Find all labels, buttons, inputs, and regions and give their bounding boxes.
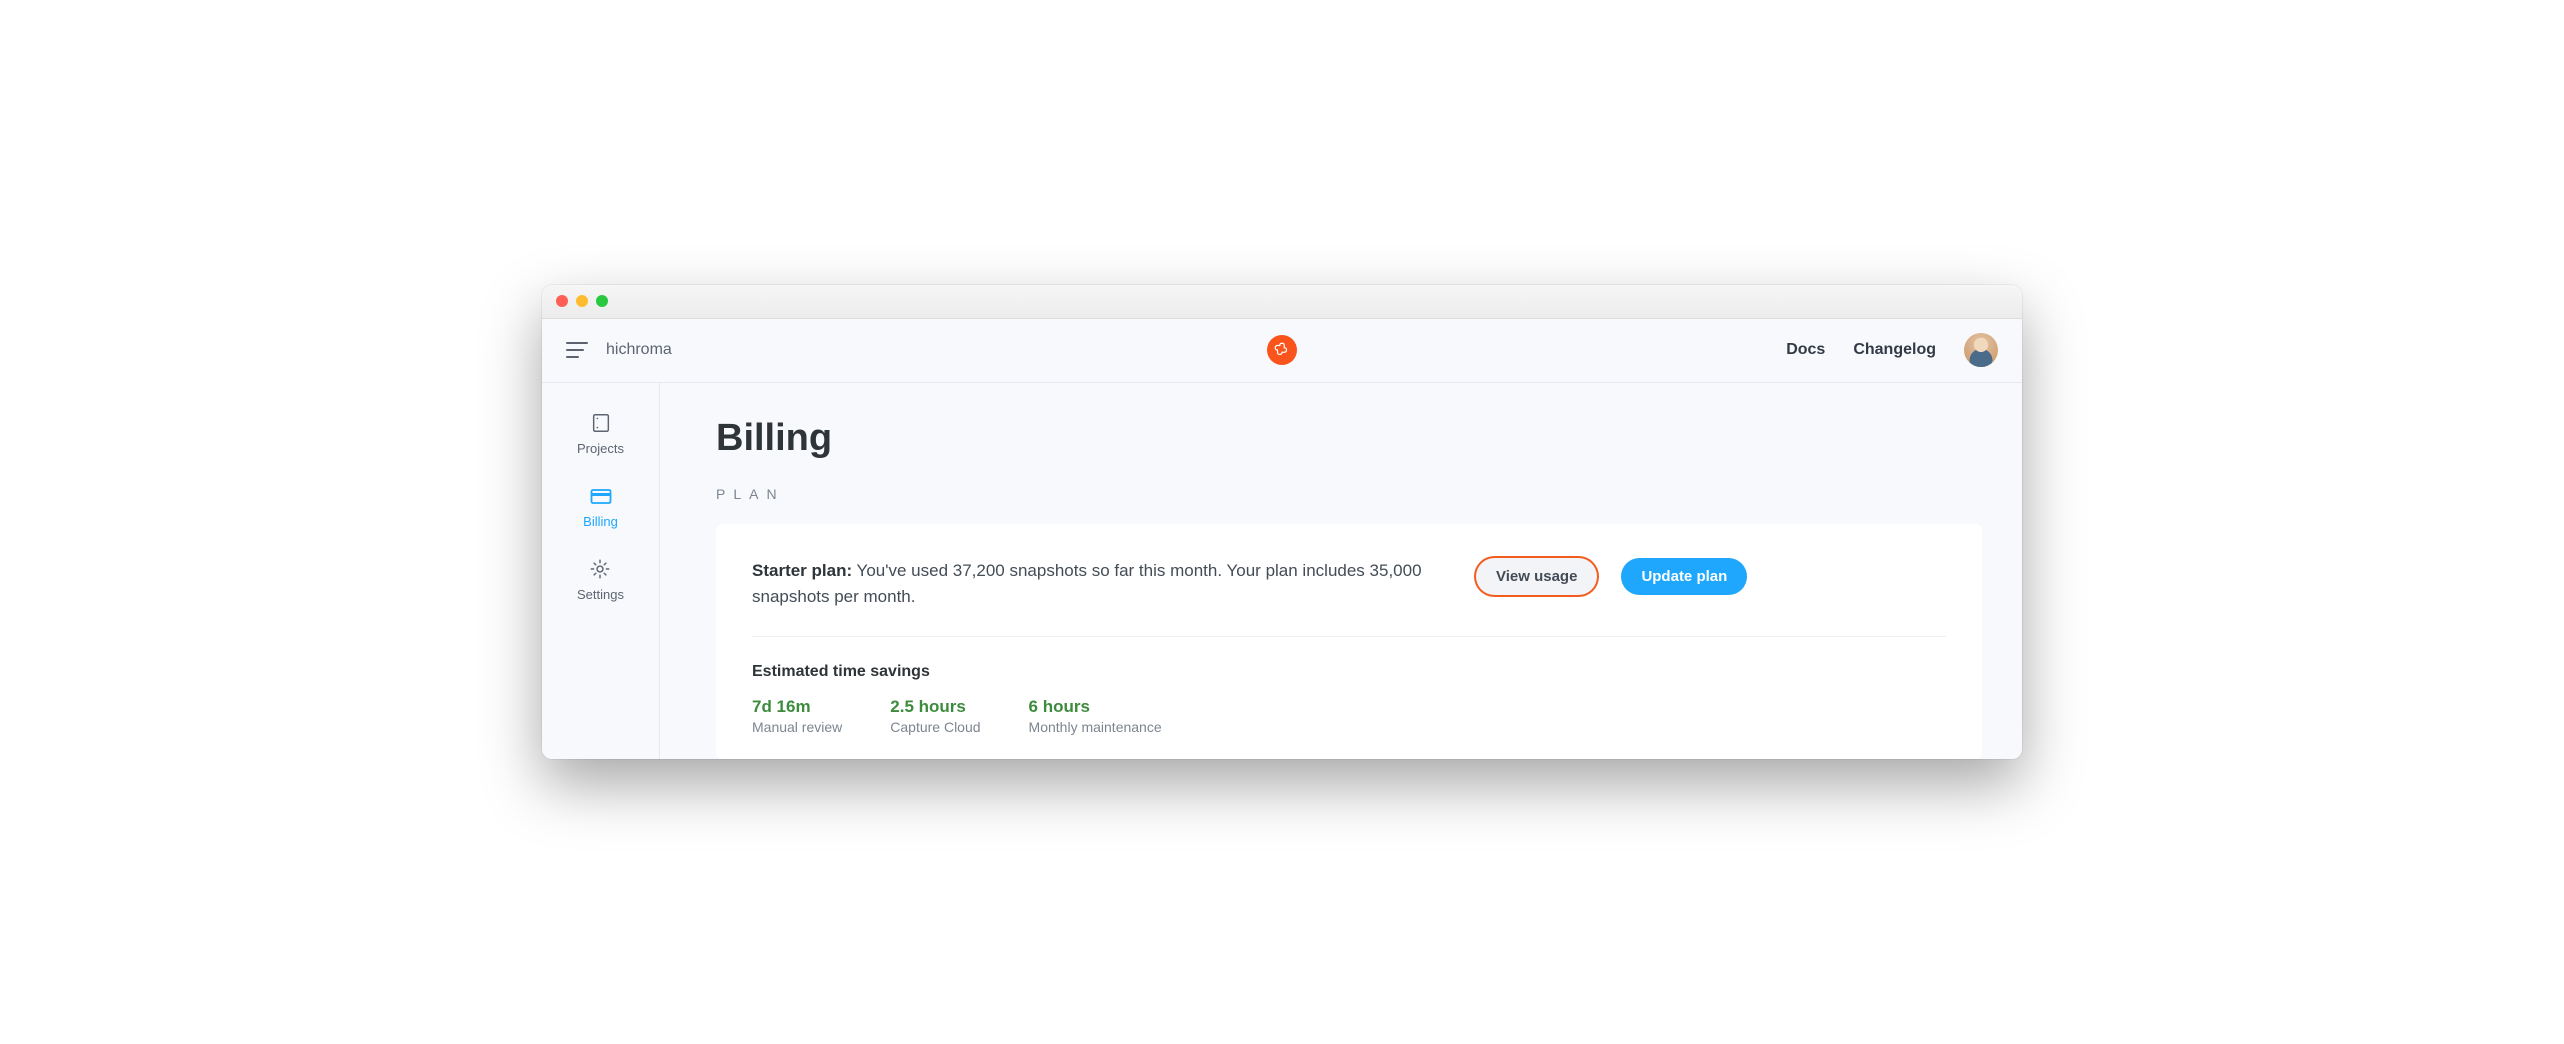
window-zoom-dot[interactable] <box>596 295 608 307</box>
titlebar <box>542 285 2022 319</box>
plan-usage-text: Starter plan: You've used 37,200 snapsho… <box>752 558 1452 611</box>
avatar[interactable] <box>1964 333 1998 367</box>
billing-icon <box>589 484 613 508</box>
savings-title: Estimated time savings <box>752 663 1946 681</box>
main-content: Billing PLAN Starter plan: You've used 3… <box>660 383 2022 760</box>
section-label: PLAN <box>716 486 2022 502</box>
stat-value: 7d 16m <box>752 697 842 717</box>
sidebar-item-projects[interactable]: Projects <box>577 411 624 456</box>
stat-label: Monthly maintenance <box>1029 719 1162 735</box>
sidebar-item-billing[interactable]: Billing <box>583 484 618 529</box>
sidebar-item-settings[interactable]: Settings <box>577 557 624 602</box>
nav-changelog[interactable]: Changelog <box>1853 341 1936 359</box>
savings-section: Estimated time savings 7d 16m Manual rev… <box>752 637 1946 735</box>
stat-label: Manual review <box>752 719 842 735</box>
topbar: hichroma Docs Changelog <box>542 319 2022 383</box>
sidebar-item-label: Billing <box>583 514 618 529</box>
projects-icon <box>589 411 613 435</box>
gear-icon <box>588 557 612 581</box>
org-name[interactable]: hichroma <box>606 341 672 359</box>
window-close-dot[interactable] <box>556 295 568 307</box>
brand-logo-icon[interactable] <box>1267 335 1297 365</box>
savings-stat: 7d 16m Manual review <box>752 697 842 735</box>
update-plan-button[interactable]: Update plan <box>1621 558 1747 595</box>
plan-card: Starter plan: You've used 37,200 snapsho… <box>716 524 1982 760</box>
stat-label: Capture Cloud <box>890 719 980 735</box>
window-minimize-dot[interactable] <box>576 295 588 307</box>
sidebar: Projects Billing Settings <box>542 383 660 760</box>
stat-value: 2.5 hours <box>890 697 980 717</box>
page-title: Billing <box>716 417 2022 460</box>
savings-stat: 2.5 hours Capture Cloud <box>890 697 980 735</box>
app-window: hichroma Docs Changelog Projects Billi <box>542 285 2022 760</box>
view-usage-button[interactable]: View usage <box>1476 558 1597 595</box>
stat-value: 6 hours <box>1029 697 1162 717</box>
sidebar-item-label: Settings <box>577 587 624 602</box>
nav-docs[interactable]: Docs <box>1786 341 1825 359</box>
sidebar-item-label: Projects <box>577 441 624 456</box>
savings-stat: 6 hours Monthly maintenance <box>1029 697 1162 735</box>
menu-icon[interactable] <box>566 342 588 358</box>
plan-name: Starter plan: <box>752 561 852 580</box>
plan-usage-sentence: You've used 37,200 snapshots so far this… <box>752 561 1422 606</box>
